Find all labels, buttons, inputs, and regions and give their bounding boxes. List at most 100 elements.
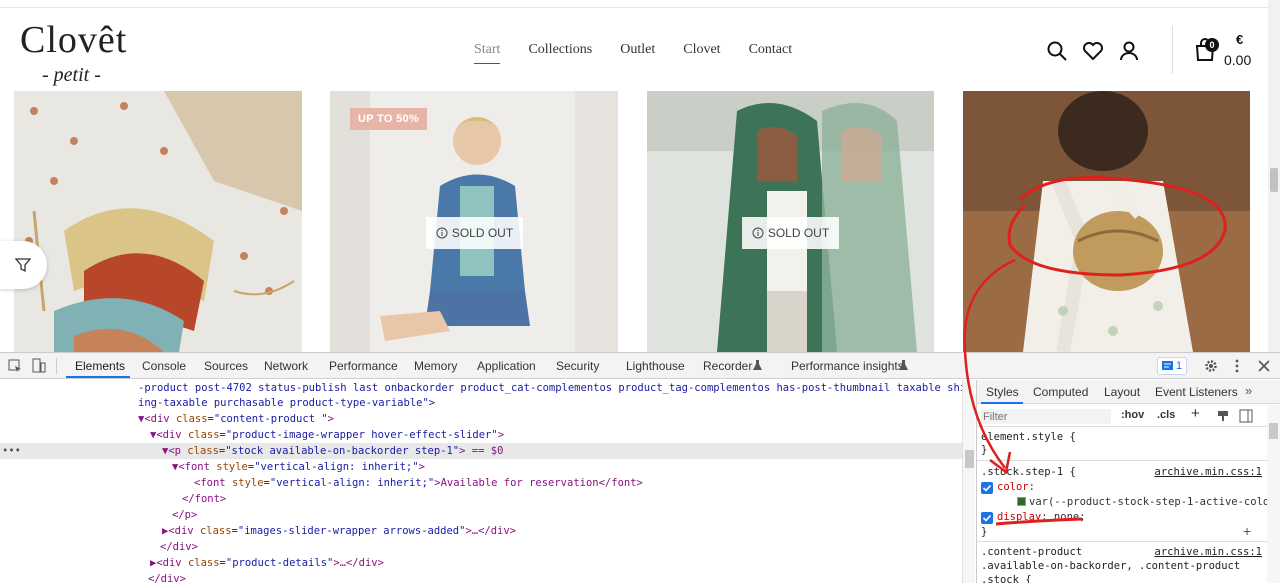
inspect-element-icon[interactable] [8, 359, 22, 373]
rule1-color-decl[interactable]: color: [997, 481, 1035, 493]
rule1-selector[interactable]: .stock.step-1 { [981, 466, 1076, 478]
issues-counter-button[interactable]: 1 [1157, 357, 1187, 375]
rule1-color-prop: color [997, 481, 1029, 493]
element-style-selector[interactable]: element.style { [981, 431, 1076, 443]
tab-performance[interactable]: Performance [329, 359, 398, 373]
tab-sources[interactable]: Sources [204, 359, 248, 373]
sidebar-toggle-icon[interactable] [1239, 409, 1253, 423]
hov-toggle[interactable]: :hov [1121, 409, 1144, 421]
rule2-source-link[interactable]: archive.min.css:1 [1155, 546, 1262, 558]
rule2-selector-line1[interactable]: .content-product [981, 546, 1082, 558]
dom-scrollbar[interactable] [962, 380, 975, 583]
tab-lighthouse[interactable]: Lighthouse [626, 359, 685, 373]
user-icon[interactable] [1118, 40, 1140, 62]
product-image [14, 91, 302, 352]
close-icon[interactable] [1258, 360, 1270, 372]
rule1-color-checkbox[interactable] [981, 482, 993, 494]
tab-network[interactable]: Network [264, 359, 308, 373]
toolbar-divider [56, 358, 57, 374]
rule1-display-prop: display [997, 511, 1042, 523]
add-property-plus-icon[interactable]: + [1243, 523, 1251, 539]
nav-clovet[interactable]: Clovet [683, 42, 720, 64]
tab-event-listeners[interactable]: Event Listeners [1155, 385, 1238, 399]
logo-subtitle: - petit - [42, 64, 101, 86]
product-card[interactable] [14, 91, 302, 352]
product-card[interactable]: UP TO 50% SOLD OUT [330, 91, 618, 352]
dom-line[interactable]: </font> [0, 491, 962, 507]
product-card[interactable] [963, 91, 1250, 352]
dom-attr: class [175, 413, 208, 425]
tab-recorder[interactable]: Recorder [703, 359, 752, 373]
dom-attr: class [187, 429, 220, 441]
more-options-icon[interactable] [1234, 359, 1240, 373]
dom-line[interactable]: -product post-4702 status-publish last o… [0, 380, 962, 396]
rule2-selector-line3[interactable]: .stock { [981, 574, 1032, 583]
styles-filter-input[interactable] [981, 409, 1111, 424]
paint-icon[interactable] [1217, 410, 1229, 422]
tab-computed[interactable]: Computed [1033, 385, 1088, 399]
dom-line[interactable]: ▼<div class="content-product "> [0, 411, 962, 427]
heart-icon[interactable] [1082, 40, 1104, 62]
sold-out-text: SOLD OUT [451, 226, 514, 240]
dom-line[interactable]: </p> [0, 507, 962, 523]
dom-line[interactable]: ▶<div class="product-details">…</div> [0, 555, 962, 571]
tab-memory[interactable]: Memory [414, 359, 457, 373]
rule1-color-value[interactable]: var(--product-stock-step-1-active-colo [1017, 496, 1269, 508]
device-toolbar-icon[interactable] [32, 358, 46, 374]
new-rule-plus-icon[interactable]: + [1191, 405, 1200, 422]
page-scrollbar[interactable] [1268, 0, 1280, 352]
nav-collections[interactable]: Collections [528, 42, 592, 64]
dom-line[interactable]: ▶<div class="images-slider-wrapper arrow… [0, 523, 962, 539]
dom-tag: </p> [172, 509, 198, 521]
dom-line[interactable]: ing-taxable purchasable product-type-var… [0, 395, 962, 411]
rule1-display-decl[interactable]: display: none; [997, 511, 1086, 523]
gear-icon[interactable] [1204, 359, 1218, 373]
filter-toggle-button[interactable] [0, 241, 47, 289]
tab-security[interactable]: Security [556, 359, 599, 373]
dom-tag: ▶<div [150, 557, 188, 569]
search-icon[interactable] [1046, 40, 1068, 62]
dom-tag: ▼<div [150, 429, 188, 441]
nav-outlet[interactable]: Outlet [620, 42, 655, 64]
tab-console[interactable]: Console [142, 359, 186, 373]
product-card[interactable]: SOLD OUT [647, 91, 934, 352]
dom-tag-tail: > == $0 [459, 445, 504, 457]
active-tab-indicator [66, 376, 130, 378]
styles-scrollbar[interactable] [1267, 405, 1280, 583]
dom-line[interactable]: ▼<div class="product-image-wrapper hover… [0, 427, 962, 443]
dom-tree[interactable]: -product post-4702 status-publish last o… [0, 380, 962, 583]
rule1-display-checkbox[interactable] [981, 512, 993, 524]
dom-line[interactable]: </div> [0, 571, 962, 583]
flask-icon [753, 360, 762, 370]
cls-toggle[interactable]: .cls [1157, 409, 1175, 421]
main-nav: Start Collections Outlet Clovet Contact [474, 42, 820, 64]
rule2-selector-line2[interactable]: .available-on-backorder, .content-produc… [981, 560, 1240, 572]
styles-scrollbar-thumb[interactable] [1269, 423, 1278, 439]
site-logo[interactable]: Clovêt - petit - [20, 18, 145, 88]
site-header: Clovêt - petit - Start Collections Outle… [0, 8, 1268, 91]
dom-scrollbar-thumb[interactable] [965, 450, 974, 468]
dom-line[interactable]: ▼<font style="vertical-align: inherit;"> [0, 459, 962, 475]
dom-line[interactable]: </div> [0, 539, 962, 555]
dom-line-selected[interactable]: ••• ▼<p class="stock available-on-backord… [0, 443, 962, 459]
tab-application[interactable]: Application [477, 359, 536, 373]
styles-pane: Styles Computed Layout Event Listeners »… [976, 380, 1280, 583]
nav-start[interactable]: Start [474, 42, 501, 64]
nav-contact[interactable]: Contact [749, 42, 793, 64]
tab-styles[interactable]: Styles [986, 385, 1019, 399]
check-icon [982, 484, 992, 492]
cart-count-badge: 0 [1205, 38, 1219, 52]
dom-attr-value: "content-product " [213, 413, 328, 425]
message-icon [1162, 361, 1173, 370]
more-tabs-chevron-icon[interactable]: » [1245, 383, 1252, 398]
page-scrollbar-thumb[interactable] [1270, 168, 1278, 192]
tab-elements[interactable]: Elements [75, 359, 125, 373]
dom-line[interactable]: <font style="vertical-align: inherit;">A… [0, 475, 962, 491]
dom-tag: <font [194, 477, 232, 489]
tab-layout[interactable]: Layout [1104, 385, 1140, 399]
color-swatch[interactable] [1017, 497, 1026, 506]
rule1-source-link[interactable]: archive.min.css:1 [1155, 466, 1262, 478]
tab-performance-insights[interactable]: Performance insights [791, 359, 904, 373]
styles-tabbar: Styles Computed Layout Event Listeners » [977, 380, 1280, 404]
dom-tag-tail: > [327, 413, 334, 425]
